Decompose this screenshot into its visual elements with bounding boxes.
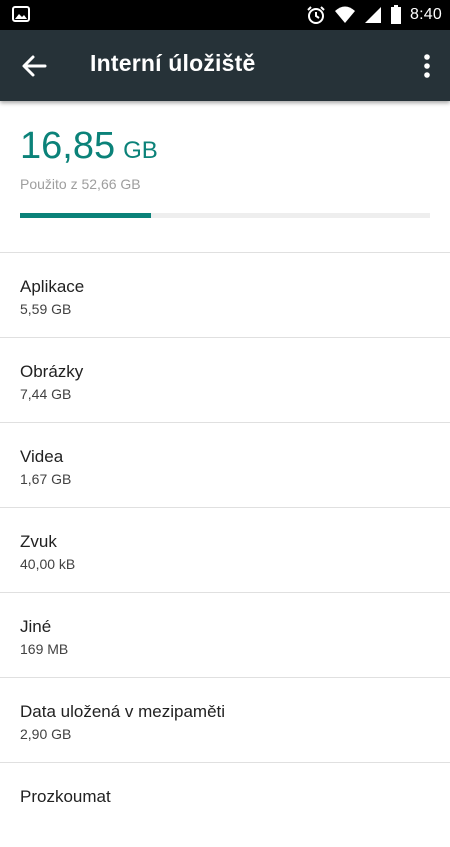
storage-category-row[interactable]: Data uložená v mezipaměti 2,90 GB <box>0 677 450 762</box>
category-size: 169 MB <box>20 641 69 657</box>
total-capacity: Použito z 52,66 GB <box>20 176 141 192</box>
storage-category-row[interactable]: Jiné 169 MB <box>0 592 450 677</box>
category-label: Jiné <box>20 617 52 636</box>
battery-icon <box>390 5 402 25</box>
category-label: Videa <box>20 447 64 466</box>
app-bar: Interní úložiště <box>0 30 450 101</box>
used-amount: 16,85 GB <box>20 125 430 168</box>
status-bar: 8:40 <box>0 0 450 30</box>
category-size: 7,44 GB <box>20 386 72 402</box>
category-label: Data uložená v mezipaměti <box>20 702 226 721</box>
storage-category-row[interactable]: Zvuk 40,00 kB <box>0 507 450 592</box>
more-vert-icon[interactable] <box>420 52 434 80</box>
category-size: 5,59 GB <box>20 301 72 317</box>
image-icon <box>12 6 30 22</box>
category-label: Zvuk <box>20 532 57 551</box>
page-title: Interní úložiště <box>90 50 256 76</box>
status-time: 8:40 <box>410 6 442 23</box>
category-size: 1,67 GB <box>20 471 72 487</box>
used-value: 16,85 <box>20 125 116 167</box>
storage-category-row[interactable]: Obrázky 7,44 GB <box>0 337 450 422</box>
category-label: Aplikace <box>20 277 85 296</box>
storage-category-row[interactable]: Aplikace 5,59 GB <box>0 252 450 337</box>
category-size: 40,00 kB <box>20 556 76 572</box>
storage-progress-fill <box>20 213 152 218</box>
storage-summary: 16,85 GB Použito z 52,66 GB <box>20 125 430 192</box>
alarm-icon <box>306 5 326 25</box>
used-unit: GB <box>123 137 158 164</box>
wifi-icon <box>334 6 356 24</box>
category-size: 2,90 GB <box>20 726 72 742</box>
storage-category-row[interactable]: Videa 1,67 GB <box>0 422 450 507</box>
signal-icon <box>364 6 382 24</box>
arrow-back-icon[interactable] <box>20 52 48 80</box>
category-label: Prozkoumat <box>20 787 111 806</box>
category-list: Aplikace 5,59 GB Obrázky 7,44 GB Videa 1,67 G… <box>0 252 450 847</box>
storage-category-row[interactable]: Prozkoumat <box>0 762 450 847</box>
storage-progress-bar <box>20 213 430 218</box>
category-label: Obrázky <box>20 362 84 381</box>
